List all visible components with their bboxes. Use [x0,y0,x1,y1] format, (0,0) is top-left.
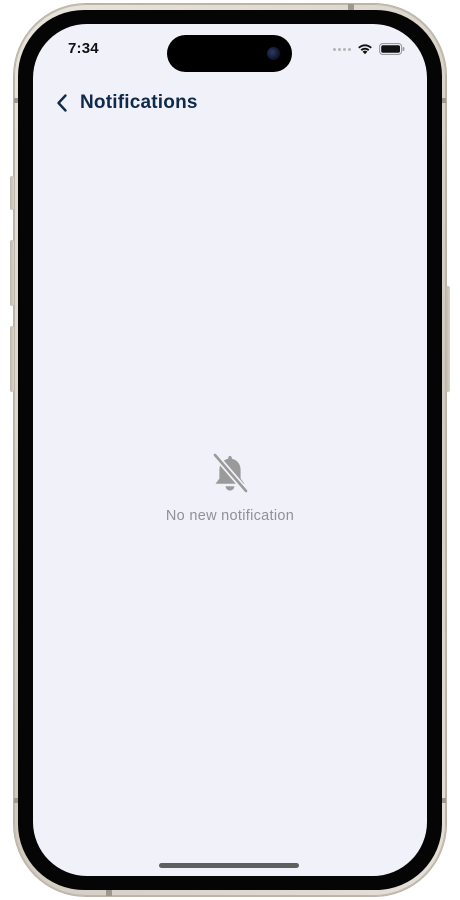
status-icons [333,42,405,56]
nav-header: Notifications [51,90,198,116]
power-button [446,286,450,392]
empty-state: No new notification [33,452,427,524]
battery-icon [379,43,405,55]
wifi-icon [358,44,372,55]
back-button[interactable] [51,90,73,116]
page-title: Notifications [80,92,198,113]
antenna-band [106,890,112,896]
action-button [10,176,14,210]
dynamic-island [167,35,292,72]
volume-down-button [10,326,14,392]
home-indicator[interactable] [159,863,299,868]
screen: 7:34 Notifications No new notification [33,24,427,876]
bell-off-icon [212,452,249,494]
camera-lens [267,47,280,60]
empty-state-message: No new notification [165,508,295,524]
status-time: 7:34 [68,40,99,57]
cellular-signal-icon [333,47,351,51]
volume-up-button [10,240,14,306]
chevron-left-icon [57,94,67,112]
page: 7:34 Notifications No new notification [0,0,460,900]
